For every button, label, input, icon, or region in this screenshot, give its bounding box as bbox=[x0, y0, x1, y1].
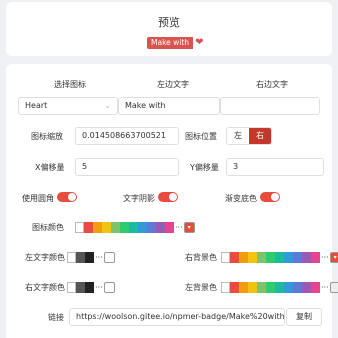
color-swatch[interactable] bbox=[239, 251, 248, 263]
left-bg-color-palette: ··· bbox=[221, 281, 338, 293]
color-swatch[interactable] bbox=[239, 281, 248, 293]
rounded-label: 使用圆角 bbox=[22, 194, 54, 203]
color-swatch[interactable] bbox=[311, 251, 320, 263]
chevron-down-icon: ⌄ bbox=[104, 101, 111, 110]
y-offset-input[interactable]: 3 bbox=[226, 158, 324, 176]
color-swatch[interactable] bbox=[85, 281, 94, 293]
shadow-label: 文字阴影 bbox=[123, 194, 155, 203]
more-colors-icon[interactable]: ··· bbox=[320, 282, 330, 293]
gradient-switch[interactable] bbox=[260, 192, 280, 202]
rounded-switch[interactable] bbox=[57, 192, 77, 202]
color-swatch[interactable] bbox=[67, 251, 76, 263]
more-colors-icon[interactable]: ··· bbox=[174, 222, 184, 233]
y-offset-label: Y偏移量 bbox=[190, 163, 219, 172]
color-swatch[interactable] bbox=[293, 281, 302, 293]
right-text-color-label: 右文字颜色 bbox=[25, 283, 65, 292]
left-text-input[interactable]: Make with bbox=[118, 97, 220, 115]
more-colors-icon[interactable]: ··· bbox=[94, 282, 104, 293]
heart-icon: ❤ bbox=[193, 37, 206, 49]
color-swatch[interactable] bbox=[230, 281, 239, 293]
position-right-button[interactable]: 右 bbox=[249, 128, 271, 144]
color-swatch[interactable] bbox=[275, 281, 284, 293]
right-bg-label: 右背景色 bbox=[185, 253, 217, 262]
color-swatch[interactable] bbox=[156, 221, 165, 233]
icon-select[interactable]: Heart ⌄ bbox=[18, 97, 118, 115]
color-swatch[interactable] bbox=[221, 281, 230, 293]
right-text-column-label: 右边文字 bbox=[256, 80, 288, 89]
preview-card: 预览 Make with ❤ bbox=[6, 2, 332, 56]
color-swatch[interactable] bbox=[248, 251, 257, 263]
color-swatch[interactable] bbox=[257, 281, 266, 293]
left-bg-label: 左背景色 bbox=[185, 283, 217, 292]
right-text-input[interactable] bbox=[220, 97, 320, 115]
color-swatch[interactable] bbox=[102, 221, 111, 233]
scale-input[interactable]: 0.014508663700521 bbox=[75, 127, 179, 145]
color-swatch[interactable] bbox=[293, 251, 302, 263]
selected-color-swatch[interactable] bbox=[329, 281, 338, 293]
color-swatch[interactable] bbox=[76, 281, 85, 293]
x-offset-input[interactable]: 5 bbox=[75, 158, 179, 176]
gradient-label: 渐变底色 bbox=[225, 194, 257, 203]
selected-color-swatch[interactable] bbox=[103, 251, 115, 263]
shadow-switch[interactable] bbox=[158, 192, 178, 202]
badge-left-text: Make with bbox=[147, 37, 194, 49]
left-text-column-label: 左边文字 bbox=[157, 80, 189, 89]
settings-card: 选择图标 左边文字 右边文字 Heart ⌄ Make with 图标缩放 0.… bbox=[6, 64, 338, 338]
color-swatch[interactable] bbox=[230, 251, 239, 263]
color-swatch[interactable] bbox=[85, 251, 94, 263]
color-swatch[interactable] bbox=[311, 281, 320, 293]
left-text-color-label: 左文字颜色 bbox=[25, 253, 65, 262]
color-swatch[interactable] bbox=[221, 251, 230, 263]
color-swatch[interactable] bbox=[266, 251, 275, 263]
icon-select-value: Heart bbox=[25, 101, 48, 110]
scale-label: 图标缩放 bbox=[31, 132, 63, 141]
link-input[interactable]: https://woolson.gitee.io/npmer-badge/Mak… bbox=[69, 308, 285, 326]
selected-color-swatch[interactable]: ▾ bbox=[183, 221, 195, 233]
right-text-color-palette: ··· bbox=[67, 281, 115, 293]
icon-column-label: 选择图标 bbox=[54, 80, 86, 89]
color-swatch[interactable] bbox=[111, 221, 120, 233]
color-swatch[interactable] bbox=[284, 281, 293, 293]
preview-badge: Make with ❤ bbox=[147, 37, 206, 49]
more-colors-icon[interactable]: ··· bbox=[94, 252, 104, 263]
copy-button[interactable]: 复制 bbox=[286, 308, 322, 326]
color-swatch[interactable] bbox=[165, 221, 174, 233]
link-label: 链接 bbox=[48, 313, 64, 322]
color-swatch[interactable] bbox=[266, 281, 275, 293]
color-swatch[interactable] bbox=[302, 251, 311, 263]
position-label: 图标位置 bbox=[185, 132, 217, 141]
selected-color-swatch[interactable]: ▾ bbox=[329, 251, 338, 263]
color-swatch[interactable] bbox=[138, 221, 147, 233]
color-swatch[interactable] bbox=[284, 251, 293, 263]
color-swatch[interactable] bbox=[84, 221, 93, 233]
selected-color-swatch[interactable] bbox=[103, 281, 115, 293]
color-swatch[interactable] bbox=[302, 281, 311, 293]
color-swatch[interactable] bbox=[75, 221, 84, 233]
color-swatch[interactable] bbox=[275, 251, 284, 263]
x-offset-label: X偏移量 bbox=[35, 163, 65, 172]
color-swatch[interactable] bbox=[129, 221, 138, 233]
color-swatch[interactable] bbox=[67, 281, 76, 293]
color-swatch[interactable] bbox=[248, 281, 257, 293]
icon-color-palette: ··· ▾ bbox=[75, 221, 195, 233]
position-left-button[interactable]: 左 bbox=[227, 128, 249, 144]
color-swatch[interactable] bbox=[76, 251, 85, 263]
more-colors-icon[interactable]: ··· bbox=[320, 252, 330, 263]
icon-color-label: 图标颜色 bbox=[32, 223, 64, 232]
color-swatch[interactable] bbox=[257, 251, 266, 263]
color-swatch[interactable] bbox=[93, 221, 102, 233]
left-text-color-palette: ··· bbox=[67, 251, 115, 263]
color-swatch[interactable] bbox=[147, 221, 156, 233]
right-bg-color-palette: ··· ▾ bbox=[221, 251, 338, 263]
position-toggle: 左 右 bbox=[226, 127, 272, 145]
color-swatch[interactable] bbox=[120, 221, 129, 233]
preview-title: 预览 bbox=[158, 16, 180, 29]
